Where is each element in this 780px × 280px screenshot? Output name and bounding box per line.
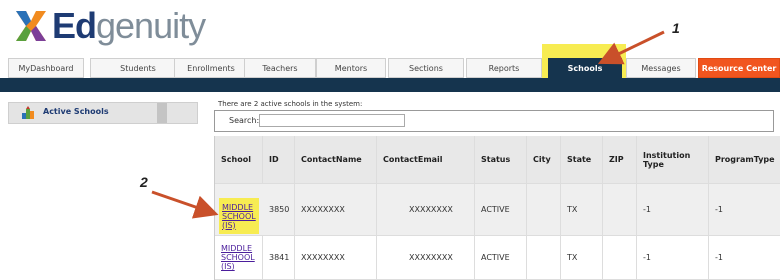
annotation-number-2: 2: [140, 174, 148, 190]
annotation-arrows: [151, 30, 665, 219]
annotation-arrow-2: [151, 190, 219, 219]
annotation-number-1: 1: [672, 20, 680, 36]
annotation-arrow-1: [597, 30, 665, 65]
